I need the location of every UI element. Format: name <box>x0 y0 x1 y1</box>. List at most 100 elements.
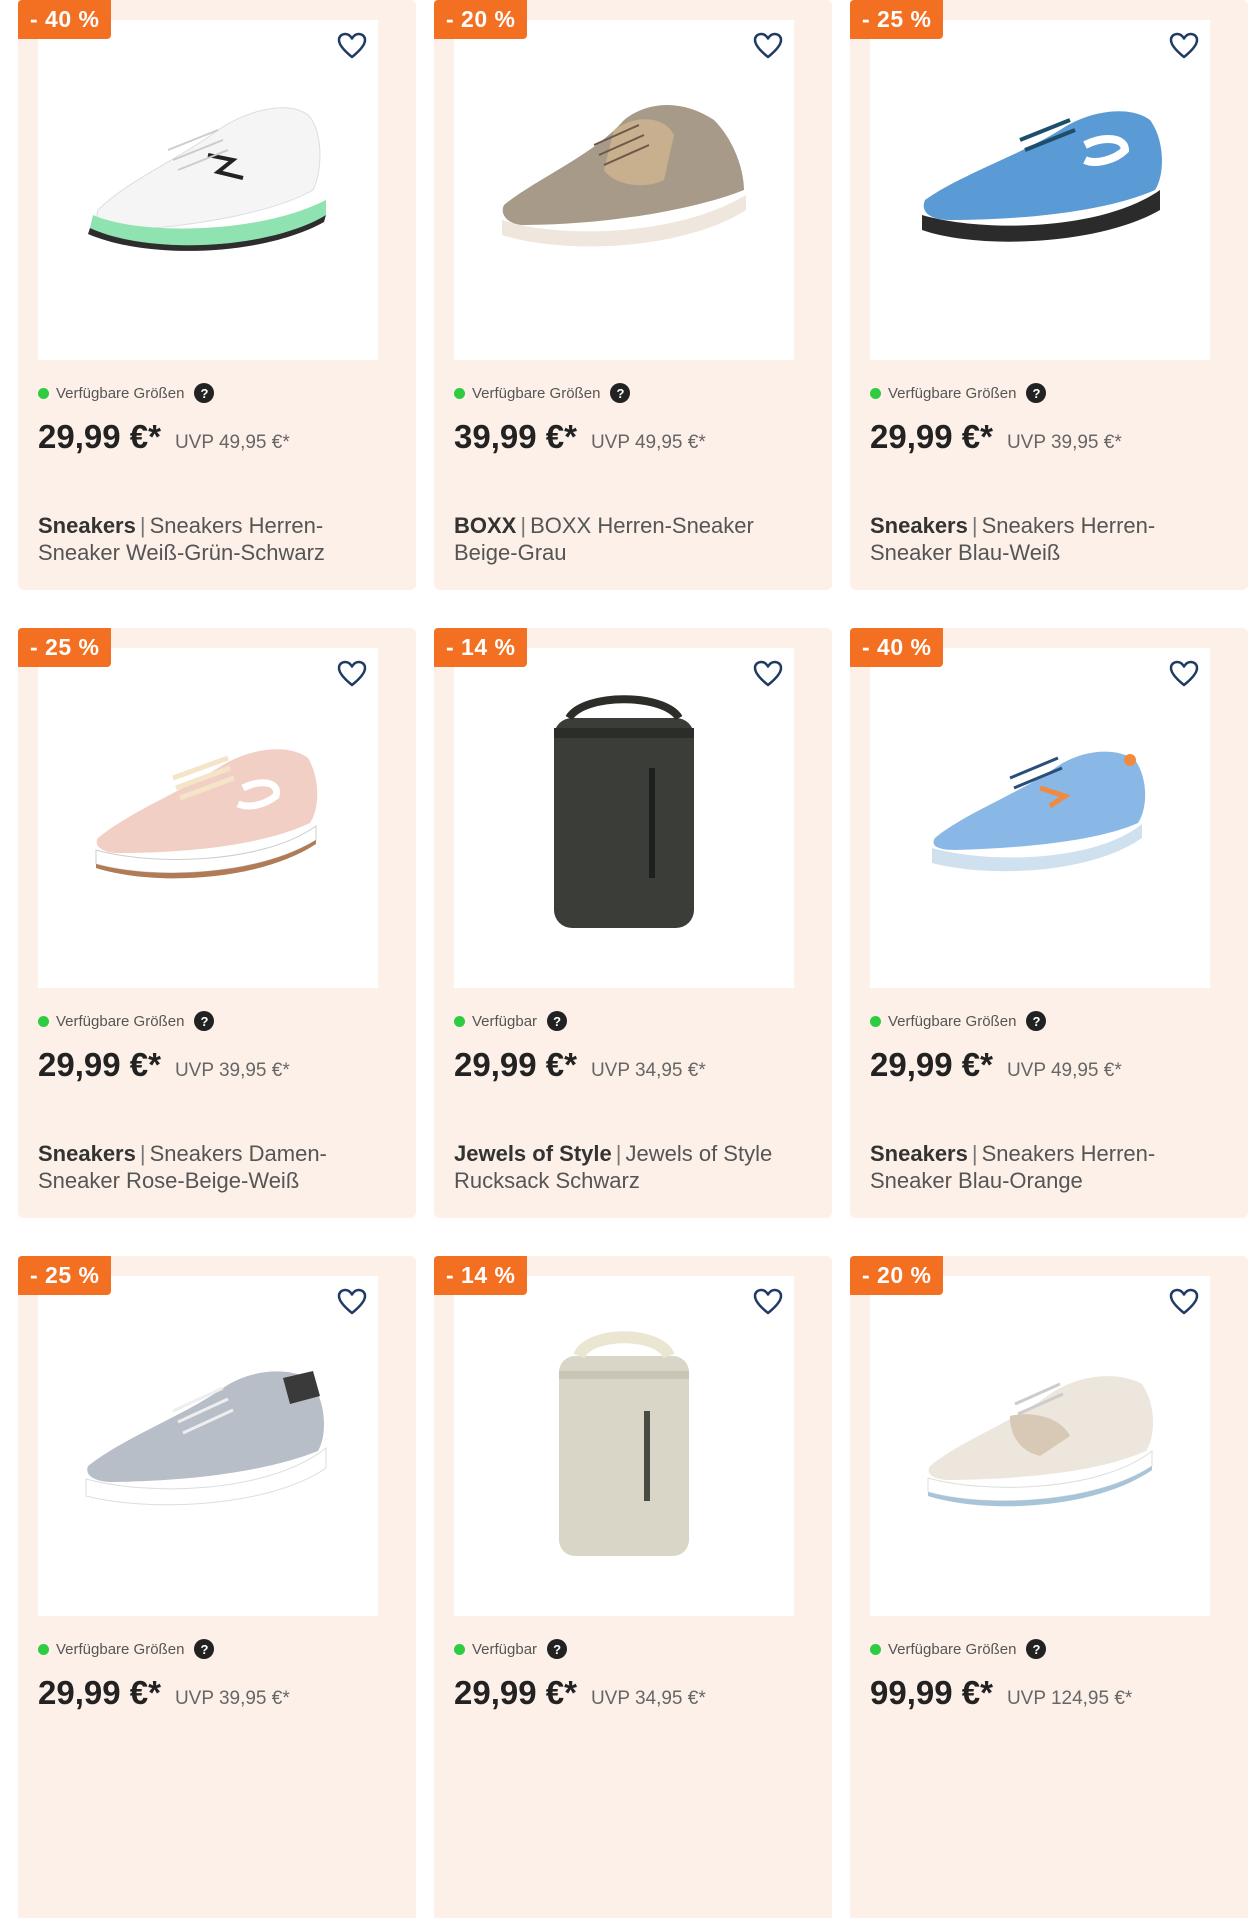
product-card[interactable]: - 25 % Verfügbare Größen ? 29,99 €* UVP … <box>18 628 416 1218</box>
separator: | <box>971 513 978 538</box>
product-image-container[interactable] <box>454 1276 794 1616</box>
separator: | <box>139 1141 146 1166</box>
wishlist-heart-icon[interactable] <box>1168 30 1200 62</box>
product-image-container[interactable] <box>454 648 794 988</box>
separator: | <box>971 1141 978 1166</box>
discount-badge: - 14 % <box>434 1256 528 1295</box>
pink-sneaker-image <box>95 749 318 879</box>
product-card[interactable]: - 25 % Verfügbare Größen ? 29,99 €* UVP … <box>18 1256 416 1918</box>
product-title[interactable]: Sneakers | Sneakers Herren-Sneaker Blau-Or… <box>870 1140 1228 1194</box>
product-brand: Sneakers <box>870 513 968 538</box>
uvp-price: UVP 124,95 €* <box>1006 1688 1133 1709</box>
product-card[interactable]: - 14 % Verfügbar ? 29,99 €* UVP 34,95 €* <box>434 1256 832 1918</box>
uvp-price: UVP 39,95 €* <box>1006 432 1122 453</box>
help-icon[interactable]: ? <box>194 1011 215 1031</box>
availability-indicator: Verfügbare Größen ? <box>870 383 1047 403</box>
product-title[interactable]: Jewels of Style | Jewels of Style Rucksack… <box>454 1140 812 1194</box>
uvp-price: UVP 49,95 €* <box>174 432 290 453</box>
product-brand: BOXX <box>454 513 517 538</box>
discount-badge: - 40 % <box>18 0 112 39</box>
price-row: 29,99 €* UVP 49,95 €* <box>38 418 290 456</box>
availability-label: Verfügbar <box>472 1640 538 1658</box>
product-card[interactable]: - 20 % Verfügbare Größen ? 99,99 €* UVP … <box>850 1256 1248 1918</box>
wishlist-heart-icon[interactable] <box>336 658 368 690</box>
price: 29,99 €* <box>38 1674 161 1711</box>
price-row: 29,99 €* UVP 49,95 €* <box>870 1046 1122 1084</box>
discount-badge: - 20 % <box>850 1256 944 1295</box>
help-icon[interactable]: ? <box>194 1639 215 1659</box>
white-green-sneaker-image <box>88 107 326 251</box>
discount-badge: - 25 % <box>850 0 944 39</box>
availability-indicator: Verfügbare Größen ? <box>454 383 631 403</box>
availability-label: Verfügbare Größen <box>472 384 601 402</box>
discount-badge: - 25 % <box>18 1256 112 1295</box>
product-title[interactable]: BOXX | BOXX Herren-Sneaker Beige-Grau <box>454 512 812 566</box>
product-card[interactable]: - 25 % Verfügbare Größen ? 29,99 €* UVP … <box>850 0 1248 590</box>
black-backpack-image <box>554 695 694 928</box>
product-image-container[interactable] <box>38 648 378 988</box>
product-image-container[interactable] <box>454 20 794 360</box>
wishlist-heart-icon[interactable] <box>336 1286 368 1318</box>
help-icon[interactable]: ? <box>610 383 631 403</box>
product-image-container[interactable] <box>870 1276 1210 1616</box>
availability-indicator: Verfügbare Größen ? <box>870 1011 1047 1031</box>
availability-dot <box>454 1015 465 1027</box>
availability-dot <box>870 1643 881 1655</box>
uvp-price: UVP 49,95 €* <box>1006 1060 1122 1081</box>
availability-label: Verfügbar <box>472 1012 538 1030</box>
product-card[interactable]: - 40 % Verfügbare Größen ? 29,99 €* UVP … <box>850 628 1248 1218</box>
availability-dot <box>38 1015 49 1027</box>
separator: | <box>520 513 527 538</box>
product-image-container[interactable] <box>870 648 1210 988</box>
product-image-container[interactable] <box>38 1276 378 1616</box>
price: 29,99 €* <box>38 418 161 455</box>
wishlist-heart-icon[interactable] <box>752 1286 784 1318</box>
price: 29,99 €* <box>870 418 993 455</box>
help-icon[interactable]: ? <box>1026 383 1047 403</box>
wishlist-heart-icon[interactable] <box>336 30 368 62</box>
price: 39,99 €* <box>454 418 577 455</box>
product-image-container[interactable] <box>870 20 1210 360</box>
uvp-price: UVP 39,95 €* <box>174 1688 290 1709</box>
help-icon[interactable]: ? <box>1026 1639 1047 1659</box>
price-row: 29,99 €* UVP 39,95 €* <box>38 1674 290 1712</box>
availability-indicator: Verfügbare Größen ? <box>38 1639 215 1659</box>
help-icon[interactable]: ? <box>547 1011 568 1031</box>
help-icon[interactable]: ? <box>1026 1011 1047 1031</box>
availability-label: Verfügbare Größen <box>888 1012 1017 1030</box>
discount-badge: - 25 % <box>18 628 112 667</box>
price-row: 29,99 €* UVP 39,95 €* <box>870 418 1122 456</box>
price: 99,99 €* <box>870 1674 993 1711</box>
help-icon[interactable]: ? <box>194 383 215 403</box>
price: 29,99 €* <box>870 1046 993 1083</box>
availability-label: Verfügbare Größen <box>56 1640 185 1658</box>
availability-label: Verfügbare Größen <box>56 384 185 402</box>
blue-suede-sneaker-image <box>922 111 1162 242</box>
uvp-price: UVP 34,95 €* <box>590 1688 706 1709</box>
availability-dot <box>38 387 49 399</box>
wishlist-heart-icon[interactable] <box>1168 1286 1200 1318</box>
wishlist-heart-icon[interactable] <box>752 658 784 690</box>
product-card[interactable]: - 14 % Verfügbar ? 29,99 €* UVP 34,95 €*… <box>434 628 832 1218</box>
wishlist-heart-icon[interactable] <box>752 30 784 62</box>
help-icon[interactable]: ? <box>547 1639 568 1659</box>
availability-indicator: Verfügbare Größen ? <box>38 383 215 403</box>
availability-indicator: Verfügbar ? <box>454 1011 568 1031</box>
beige-grey-sneaker-image <box>502 105 746 247</box>
availability-dot <box>454 387 465 399</box>
uvp-price: UVP 34,95 €* <box>590 1060 706 1081</box>
availability-label: Verfügbare Größen <box>56 1012 185 1030</box>
price-row: 39,99 €* UVP 49,95 €* <box>454 418 706 456</box>
availability-indicator: Verfügbare Größen ? <box>870 1639 1047 1659</box>
availability-indicator: Verfügbare Größen ? <box>38 1011 215 1031</box>
product-card[interactable]: - 40 % Verfügbare Größen ? 29,99 €* UVP … <box>18 0 416 590</box>
wishlist-heart-icon[interactable] <box>1168 658 1200 690</box>
product-card[interactable]: - 20 % Verfügbare Größen ? 39,99 €* UVP … <box>434 0 832 590</box>
product-image-container[interactable] <box>38 20 378 360</box>
uvp-price: UVP 39,95 €* <box>174 1060 290 1081</box>
product-brand: Sneakers <box>38 513 136 538</box>
product-title[interactable]: Sneakers | Sneakers Damen-Sneaker Rose-Bei… <box>38 1140 396 1194</box>
product-title[interactable]: Sneakers | Sneakers Herren-Sneaker Blau-We… <box>870 512 1228 566</box>
availability-indicator: Verfügbar ? <box>454 1639 568 1659</box>
product-title[interactable]: Sneakers | Sneakers Herren-Sneaker Weiß-Gr… <box>38 512 396 566</box>
